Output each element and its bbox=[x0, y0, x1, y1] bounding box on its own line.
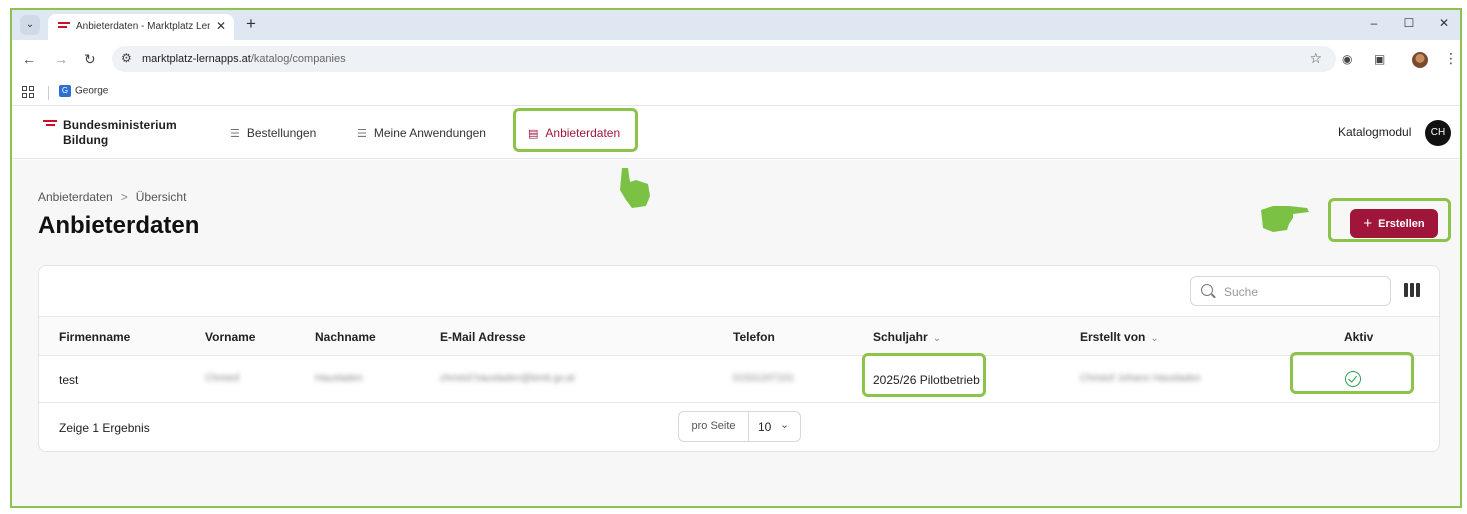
list-icon: ☰ bbox=[230, 128, 240, 140]
ministry-logo-text[interactable]: Bundesministerium Bildung bbox=[63, 118, 177, 148]
cell-schuljahr: 2025/26 Pilotbetrieb bbox=[873, 373, 980, 387]
george-favicon-icon: G bbox=[59, 85, 71, 97]
annotated-screenshot-frame: ⌄ Anbieterdaten - Marktplatz Lern ✕ + – … bbox=[10, 8, 1462, 508]
cell-telefon: 01531207101 bbox=[733, 373, 795, 384]
cell-erstellt-von: Christof Johann Hausladen bbox=[1080, 373, 1201, 384]
browser-menu-icon[interactable]: ⋮ bbox=[1444, 50, 1458, 67]
result-count: Zeige 1 Ergebnis bbox=[59, 421, 150, 435]
search-input[interactable]: Suche bbox=[1190, 276, 1391, 306]
page-size-label: pro Seite bbox=[679, 412, 749, 441]
browser-toolbar: ← → ↻ ⚙ marktplatz-lernapps.at/katalog/c… bbox=[12, 40, 1460, 80]
apps-grid-icon[interactable] bbox=[22, 86, 34, 98]
create-button[interactable]: + Erstellen bbox=[1350, 209, 1438, 238]
bmb-logo-icon bbox=[43, 120, 57, 130]
window-minimize-button[interactable]: – bbox=[1364, 16, 1384, 30]
browser-tab[interactable]: Anbieterdaten - Marktplatz Lern ✕ bbox=[48, 14, 234, 40]
column-header-nachname[interactable]: Nachname bbox=[315, 330, 376, 344]
extensions-puzzle-icon[interactable]: ▣ bbox=[1374, 52, 1385, 66]
browser-profile-avatar[interactable] bbox=[1412, 52, 1428, 68]
chevron-down-icon: ⌄ bbox=[780, 419, 790, 431]
column-header-aktiv[interactable]: Aktiv bbox=[1344, 330, 1373, 344]
cell-vorname: Christof bbox=[205, 373, 240, 384]
search-placeholder: Suche bbox=[1224, 285, 1259, 299]
tab-search-chevron-icon[interactable]: ⌄ bbox=[20, 15, 40, 35]
column-header-email[interactable]: E-Mail Adresse bbox=[440, 330, 526, 344]
tab-close-icon[interactable]: ✕ bbox=[216, 19, 226, 33]
window-maximize-button[interactable]: ☐ bbox=[1399, 16, 1419, 30]
forward-arrow-icon[interactable]: → bbox=[54, 51, 68, 67]
window-close-button[interactable]: ✕ bbox=[1434, 16, 1454, 30]
browser-tab-strip: ⌄ Anbieterdaten - Marktplatz Lern ✕ + – … bbox=[12, 10, 1460, 40]
list-icon: ☰ bbox=[357, 128, 367, 140]
nav-meine-anwendungen[interactable]: ☰ Meine Anwendungen bbox=[357, 126, 486, 140]
sort-chevron-icon: ⌄ bbox=[932, 333, 942, 344]
breadcrumb-uebersicht: Übersicht bbox=[135, 190, 187, 204]
tab-title: Anbieterdaten - Marktplatz Lern bbox=[76, 21, 210, 32]
bookmark-star-icon[interactable]: ☆ bbox=[1309, 50, 1322, 67]
column-header-firmenname[interactable]: Firmenname bbox=[59, 330, 130, 344]
search-icon bbox=[1201, 284, 1213, 296]
url-text: marktplatz-lernapps.at/katalog/companies bbox=[142, 53, 346, 65]
bookmarks-bar: G George bbox=[12, 80, 1460, 106]
table-header: Firmenname Vorname Nachname E-Mail Adres… bbox=[39, 316, 1439, 356]
companies-table-card: Suche Firmenname Vorname Nachname E-Mail… bbox=[38, 265, 1440, 452]
password-manager-icon[interactable]: ◉ bbox=[1342, 52, 1352, 66]
address-bar[interactable]: ⚙ marktplatz-lernapps.at/katalog/compani… bbox=[112, 46, 1336, 72]
cell-email: christof.hausladen@bmb.gv.at bbox=[440, 373, 575, 384]
active-check-icon bbox=[1345, 371, 1361, 387]
page-size-value: 10 bbox=[758, 420, 772, 434]
cell-firmenname: test bbox=[59, 373, 79, 387]
pointing-hand-down-icon bbox=[620, 168, 650, 208]
breadcrumb: Anbieterdaten > Übersicht bbox=[38, 190, 186, 204]
pointing-hand-right-icon bbox=[1261, 206, 1309, 232]
column-header-telefon[interactable]: Telefon bbox=[733, 330, 775, 344]
annotation-highlight-nav bbox=[513, 108, 638, 152]
breadcrumb-anbieterdaten[interactable]: Anbieterdaten bbox=[38, 190, 113, 204]
page-size-select[interactable]: pro Seite 10 ⌄ bbox=[678, 411, 801, 442]
new-tab-button[interactable]: + bbox=[246, 14, 256, 34]
user-avatar[interactable]: CH bbox=[1425, 120, 1451, 146]
cell-nachname: Hausladen bbox=[315, 373, 363, 384]
main-content: Anbieterdaten > Übersicht Anbieterdaten + E… bbox=[12, 160, 1460, 506]
back-arrow-icon[interactable]: ← bbox=[22, 51, 36, 67]
column-header-vorname[interactable]: Vorname bbox=[205, 330, 255, 344]
plus-icon: + bbox=[1363, 215, 1373, 232]
module-label: Katalogmodul bbox=[1338, 125, 1412, 139]
app-header: Bundesministerium Bildung ☰ Bestellungen … bbox=[12, 107, 1460, 159]
page-title: Anbieterdaten bbox=[38, 212, 200, 239]
nav-bestellungen[interactable]: ☰ Bestellungen bbox=[230, 126, 316, 140]
column-settings-icon[interactable] bbox=[1404, 283, 1420, 297]
column-header-erstellt-von[interactable]: Erstellt von ⌄ bbox=[1080, 330, 1159, 344]
reload-icon[interactable]: ↻ bbox=[84, 51, 96, 68]
sort-chevron-icon: ⌄ bbox=[1150, 333, 1159, 344]
table-row[interactable]: test Christof Hausladen christof.hauslad… bbox=[39, 352, 1439, 403]
bookmark-george[interactable]: G George bbox=[59, 85, 108, 97]
breadcrumb-chevron-icon: > bbox=[120, 190, 128, 204]
site-info-icon[interactable]: ⚙ bbox=[121, 51, 132, 65]
bmb-favicon-icon bbox=[58, 22, 70, 32]
bookmarks-divider bbox=[48, 86, 49, 100]
column-header-schuljahr[interactable]: Schuljahr ⌄ bbox=[873, 330, 941, 344]
